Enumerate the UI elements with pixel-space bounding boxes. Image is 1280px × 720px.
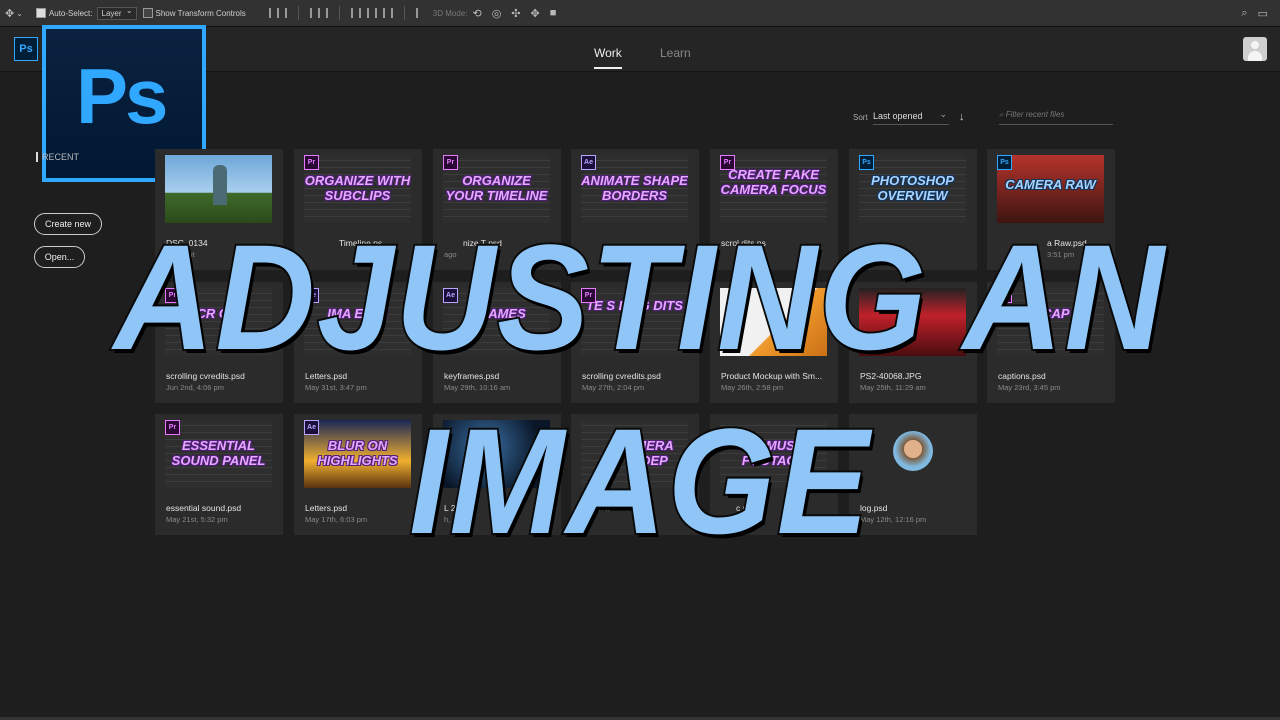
sort-direction-arrow-icon[interactable]: ↓ [959, 111, 965, 123]
distribute-hcenter-button[interactable] [382, 8, 385, 18]
tab-work[interactable]: Work [594, 46, 622, 69]
align-buttons [266, 6, 421, 20]
after-effects-badge-icon: Ae [581, 155, 596, 170]
workspace-icon[interactable]: ▭ [1258, 7, 1268, 20]
filter-recent-files-input[interactable]: ⌕ Filter recent files [999, 110, 1113, 125]
auto-select-label: Auto-Select: [48, 8, 93, 18]
distribute-top-button[interactable] [350, 8, 353, 18]
align-left-edges-button[interactable] [309, 8, 312, 18]
distribute-bottom-button[interactable] [366, 8, 369, 18]
3d-roll-icon[interactable]: ◎ [492, 7, 502, 20]
file-date: May 29th, 10:16 am [444, 383, 511, 392]
3d-slide-icon[interactable]: ✥ [531, 7, 540, 20]
distribute-left-button[interactable] [374, 8, 377, 18]
overlay-title-line1: ADJUSTING AN [112, 211, 1167, 383]
auto-select-checkbox[interactable] [35, 8, 46, 18]
photoshop-logo-icon: Ps [14, 37, 38, 61]
auto-align-button[interactable] [415, 8, 418, 18]
align-top-edges-button[interactable] [268, 8, 271, 18]
file-date: May 26th, 2:58 pm [721, 383, 784, 392]
thumbnail-title: ORGANIZE YOUR TIMELINE [445, 173, 548, 203]
distribute-right-button[interactable] [390, 8, 393, 18]
premiere-badge-icon: Pr [304, 155, 319, 170]
photoshop-badge-icon: Ps [997, 155, 1012, 170]
align-bottom-edges-button[interactable] [284, 8, 287, 18]
filter-placeholder: Filter recent files [1005, 110, 1065, 119]
separator [403, 6, 405, 20]
search-icon[interactable]: ⌕ [1241, 7, 1247, 20]
distribute-centers-button[interactable] [358, 8, 361, 18]
file-date: May 27th, 2:04 pm [582, 383, 645, 392]
thumbnail-title: CREATE FAKE CAMERA FOCUS [720, 167, 827, 197]
chevron-down-icon[interactable]: ⌄ [16, 9, 23, 18]
3d-pan-icon[interactable]: ✣ [511, 7, 520, 20]
transform-controls-checkbox[interactable] [142, 8, 153, 18]
align-right-edges-button[interactable] [325, 8, 328, 18]
thumbnail-title: ORGANIZE WITH SUBCLIPS [304, 173, 411, 203]
separator [297, 6, 299, 20]
recent-nav[interactable]: RECENT [36, 152, 79, 162]
options-bar: ✥ ⌄ Auto-Select: Layer Show Transform Co… [0, 0, 1280, 27]
user-avatar-icon[interactable] [1243, 37, 1267, 61]
thumbnail-title: ANIMATE SHAPE BORDERS [581, 173, 688, 203]
sort-select[interactable]: Last opened [873, 109, 949, 125]
align-vertical-centers-button[interactable] [276, 8, 279, 18]
3d-mode-label: 3D Mode: [432, 8, 468, 18]
transform-controls-label: Show Transform Controls [155, 8, 246, 18]
layer-select[interactable]: Layer [96, 6, 137, 20]
file-date: Jun 2nd, 4:06 pm [166, 383, 224, 392]
thumbnail-title: PHOTOSHOP OVERVIEW [871, 173, 954, 203]
sort-label: Sort [853, 113, 868, 122]
big-logo-text: Ps [76, 52, 168, 140]
thumbnail-title: CAMERA RAW [1005, 177, 1096, 192]
premiere-badge-icon: Pr [720, 155, 735, 170]
separator [338, 6, 340, 20]
photoshop-badge-icon: Ps [859, 155, 874, 170]
file-date: May 23rd, 3:45 pm [998, 383, 1061, 392]
file-date: May 25th, 11:29 am [860, 383, 926, 392]
tab-learn[interactable]: Learn [660, 46, 691, 60]
overlay-title-line2: IMAGE [407, 395, 871, 567]
move-tool-icon[interactable]: ✥ [5, 7, 14, 20]
3d-rotate-icon[interactable]: ⟲ [472, 7, 481, 20]
3d-camera-icon[interactable]: ■ [550, 7, 557, 19]
file-date: May 31st, 3:47 pm [305, 383, 367, 392]
align-horizontal-centers-button[interactable] [317, 8, 320, 18]
premiere-badge-icon: Pr [443, 155, 458, 170]
